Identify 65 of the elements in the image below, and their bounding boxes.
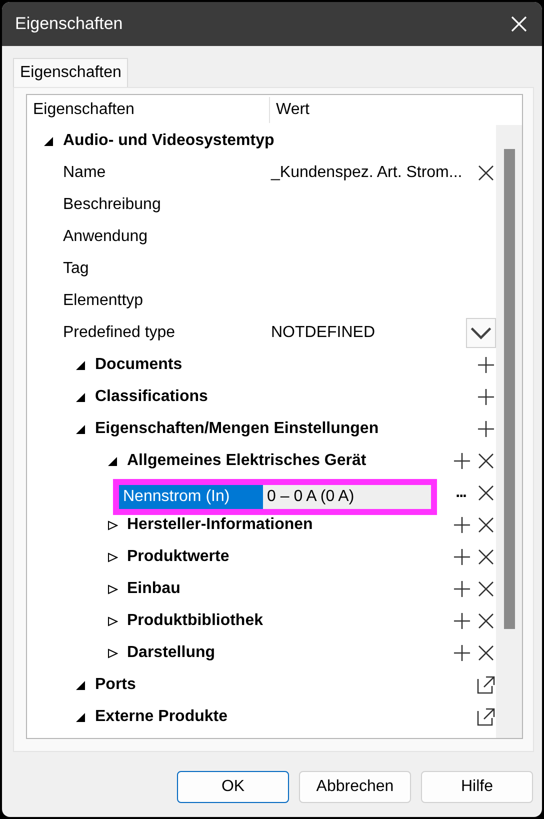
group-label[interactable]: Einbau: [127, 577, 180, 601]
group-label[interactable]: Ports: [95, 673, 136, 697]
expanded-triangle-icon[interactable]: [43, 136, 54, 146]
tab[interactable]: Eigenschaften: [13, 58, 128, 87]
close-icon[interactable]: [476, 451, 496, 471]
dialog-button[interactable]: OK: [177, 771, 289, 803]
dialog-button[interactable]: Abbrechen: [299, 771, 411, 803]
plus-icon[interactable]: [476, 387, 496, 407]
scrollbar[interactable]: [496, 125, 522, 738]
plus-icon[interactable]: [452, 451, 472, 471]
collapsed-triangle-icon[interactable]: [107, 616, 118, 626]
close-icon[interactable]: [476, 579, 496, 599]
group-label[interactable]: Hersteller-Informationen: [127, 513, 313, 537]
property-value: NOTDEFINED: [271, 323, 375, 343]
plus-icon[interactable]: [452, 643, 472, 663]
scrollbar-thumb[interactable]: [504, 149, 514, 629]
group-label[interactable]: Produktbibliothek: [127, 609, 263, 633]
collapsed-triangle-icon[interactable]: [107, 520, 118, 530]
group-label[interactable]: Darstellung: [127, 641, 216, 665]
close-icon[interactable]: [476, 547, 496, 567]
plus-icon[interactable]: [452, 547, 472, 567]
external-link-icon[interactable]: [476, 707, 496, 727]
column-header: Wert: [275, 100, 310, 120]
property-label[interactable]: Elementtyp: [63, 289, 144, 313]
group-label[interactable]: Documents: [95, 353, 182, 377]
collapsed-triangle-icon[interactable]: [107, 648, 118, 658]
group-label[interactable]: Audio- und Videosystemtyp: [63, 129, 274, 153]
external-link-icon[interactable]: [476, 675, 496, 695]
group-label[interactable]: Produktwerte: [127, 545, 230, 569]
property-label[interactable]: Tag: [63, 257, 89, 281]
plus-icon[interactable]: [452, 579, 472, 599]
plus-icon[interactable]: [452, 515, 472, 535]
collapsed-triangle-icon[interactable]: [107, 552, 118, 562]
group-label[interactable]: Classifications: [95, 385, 208, 409]
collapsed-triangle-icon[interactable]: [107, 584, 118, 594]
close-icon[interactable]: [509, 14, 529, 34]
property-label[interactable]: Beschreibung: [63, 193, 161, 217]
property-label[interactable]: Name: [63, 161, 106, 185]
property-label[interactable]: Predefined type: [63, 321, 176, 345]
expanded-triangle-icon[interactable]: [75, 360, 86, 370]
close-icon[interactable]: [476, 483, 496, 503]
value-field[interactable]: 0 – 0 A (0 A): [263, 485, 431, 509]
dialog-button[interactable]: Hilfe: [421, 771, 533, 803]
close-icon[interactable]: [476, 643, 496, 663]
browse-button[interactable]: ...: [456, 481, 466, 505]
property-label[interactable]: Nennstrom (In): [119, 485, 263, 509]
column-header: Eigenschaften: [27, 97, 270, 123]
close-icon[interactable]: [476, 515, 496, 535]
expanded-triangle-icon[interactable]: [75, 392, 86, 402]
plus-icon[interactable]: [476, 355, 496, 375]
property-label[interactable]: Anwendung: [63, 225, 148, 249]
expanded-triangle-icon[interactable]: [107, 456, 118, 466]
close-icon[interactable]: [476, 163, 496, 183]
expanded-triangle-icon[interactable]: [75, 712, 86, 722]
expanded-triangle-icon[interactable]: [75, 680, 86, 690]
plus-icon[interactable]: [452, 611, 472, 631]
expanded-triangle-icon[interactable]: [75, 424, 86, 434]
selected-row[interactable]: Nennstrom (In) 0 – 0 A (0 A): [113, 479, 437, 515]
group-label[interactable]: Externe Produkte: [95, 705, 228, 729]
group-label[interactable]: Eigenschaften/Mengen Einstellungen: [95, 417, 379, 441]
window-title: Eigenschaften: [15, 13, 123, 36]
group-label[interactable]: Allgemeines Elektrisches Gerät: [127, 449, 366, 473]
property-value: _Kundenspez. Art. Strom...: [271, 163, 462, 183]
close-icon[interactable]: [476, 611, 496, 631]
plus-icon[interactable]: [476, 419, 496, 439]
